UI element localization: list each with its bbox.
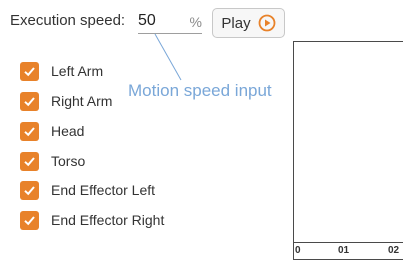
speed-unit: %: [189, 14, 202, 30]
checkbox-end-effector-right[interactable]: End Effector Right: [20, 209, 220, 231]
timeline-axis: 0 01 02: [294, 242, 403, 259]
checkbox-left-arm[interactable]: Left Arm: [20, 60, 220, 82]
timeline-panel[interactable]: 0 01 02: [293, 41, 403, 260]
checkbox-label: End Effector Left: [51, 182, 156, 198]
checkbox-label: Torso: [51, 153, 86, 169]
speed-input-field[interactable]: %: [138, 9, 202, 34]
timeline-tick: 0: [295, 245, 301, 256]
speed-input[interactable]: [138, 11, 182, 31]
checked-icon[interactable]: [20, 210, 39, 230]
checked-icon[interactable]: [20, 91, 39, 111]
checkbox-head[interactable]: Head: [20, 120, 220, 142]
checked-icon[interactable]: [20, 61, 39, 81]
checked-icon[interactable]: [20, 180, 39, 200]
checkbox-label: Right Arm: [51, 93, 113, 109]
play-circle-icon: [258, 14, 276, 32]
play-button[interactable]: Play: [212, 8, 285, 38]
checkbox-end-effector-left[interactable]: End Effector Left: [20, 179, 220, 201]
checkbox-label: Head: [51, 123, 85, 139]
checkbox-torso[interactable]: Torso: [20, 150, 220, 172]
checkbox-label: Left Arm: [51, 63, 104, 79]
timeline-tick: 02: [388, 245, 400, 256]
checkbox-right-arm[interactable]: Right Arm: [20, 90, 220, 112]
timeline-tick: 01: [338, 245, 350, 256]
execution-speed-label: Execution speed:: [10, 12, 126, 29]
checked-icon[interactable]: [20, 121, 39, 141]
checked-icon[interactable]: [20, 151, 39, 171]
play-button-label: Play: [221, 14, 251, 32]
checkbox-label: End Effector Right: [51, 212, 165, 228]
